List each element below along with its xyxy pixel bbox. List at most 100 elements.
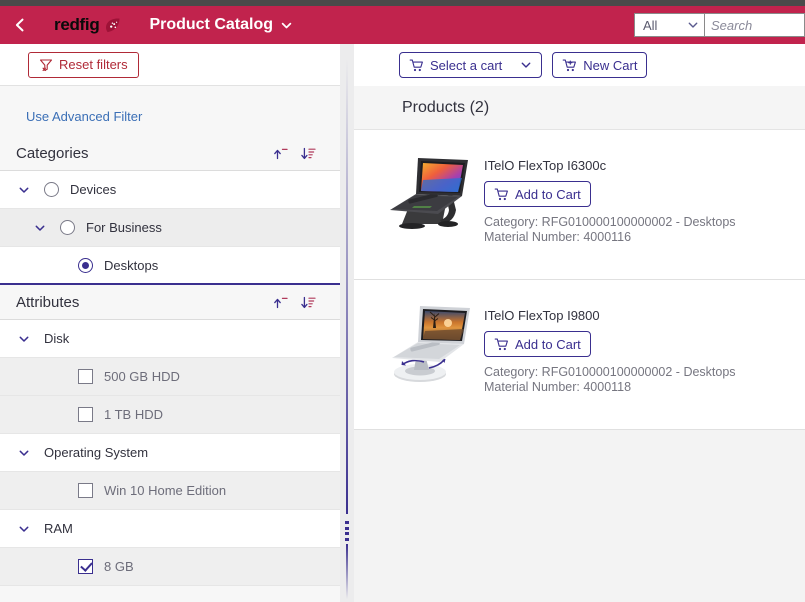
category-label-desktops: Desktops — [104, 257, 159, 273]
product-item[interactable]: ITelO FlexTop I6300c Add to Cart Categor… — [354, 130, 805, 280]
category-row-for-business[interactable]: For Business — [0, 209, 340, 247]
search-input[interactable]: Search — [705, 13, 805, 37]
filter-panel: Reset filters Use Advanced Filter Catego… — [0, 44, 340, 602]
main-body: Reset filters Use Advanced Filter Catego… — [0, 44, 805, 602]
attribute-label-win10home: Win 10 Home Edition — [104, 483, 227, 498]
attribute-value-500gb[interactable]: 500 GB HDD — [0, 358, 340, 396]
attributes-section-header: Attributes — [0, 285, 340, 319]
chevron-down-icon[interactable] — [34, 222, 60, 234]
attribute-group-label-ram: RAM — [44, 521, 73, 536]
app-header: redfig Product Catalog All Search — [0, 6, 805, 44]
attribute-label-8gb: 8 GB — [104, 559, 134, 574]
reset-filters-button[interactable]: Reset filters — [28, 51, 139, 78]
splitter-grip-icon[interactable] — [345, 521, 349, 541]
product-category: Category: RFG010000100000002 - Desktops — [484, 215, 736, 229]
category-row-desktops[interactable]: Desktops — [0, 247, 340, 285]
product-info: ITelO FlexTop I9800 Add to Cart Category… — [484, 294, 736, 395]
product-list-panel: Select a cart New Cart Products (2) ITel… — [354, 44, 805, 602]
add-to-cart-label: Add to Cart — [515, 336, 581, 352]
chevron-down-icon[interactable] — [18, 184, 44, 196]
chevron-down-icon — [520, 59, 532, 71]
chevron-down-icon[interactable] — [18, 447, 44, 459]
category-label-for-business: For Business — [86, 220, 162, 235]
collapse-up-icon[interactable] — [266, 139, 294, 167]
attribute-group-label-disk: Disk — [44, 331, 70, 346]
cart-icon — [494, 187, 509, 202]
add-to-cart-button[interactable]: Add to Cart — [484, 331, 591, 357]
product-name: ITelO FlexTop I6300c — [484, 158, 607, 173]
chevron-down-icon[interactable] — [18, 523, 44, 535]
attributes-tree: Disk 500 GB HDD 1 TB HDD Operating Syste… — [0, 319, 340, 586]
products-heading: Products (2) — [354, 86, 805, 130]
chevron-down-icon[interactable] — [18, 333, 44, 345]
sort-descending-icon[interactable] — [294, 139, 322, 167]
back-button[interactable] — [0, 6, 40, 44]
product-info: ITelO FlexTop I6300c Add to Cart Categor… — [484, 144, 736, 245]
attribute-checkbox-1tb[interactable] — [78, 407, 93, 422]
brand-name: redfig — [54, 15, 100, 34]
filter-panel-filler — [0, 586, 340, 602]
categories-tree: Devices For Business Desktops — [0, 170, 340, 285]
chevron-down-icon — [280, 19, 293, 32]
attribute-label-500gb: 500 GB HDD — [104, 369, 180, 384]
chevron-left-icon — [12, 17, 28, 33]
splitter-line-bottom — [346, 544, 348, 599]
brand-logo[interactable]: redfig — [54, 15, 121, 35]
product-material-number: Material Number: 4000116 — [484, 230, 632, 244]
category-radio-for-business[interactable] — [60, 220, 75, 235]
attribute-checkbox-500gb[interactable] — [78, 369, 93, 384]
attribute-value-1tb[interactable]: 1 TB HDD — [0, 396, 340, 434]
search-placeholder: Search — [711, 17, 753, 33]
attribute-checkbox-win10home[interactable] — [78, 483, 93, 498]
category-label-devices: Devices — [70, 182, 117, 197]
product-material-number: Material Number: 4000118 — [484, 380, 632, 394]
sort-descending-icon[interactable] — [294, 288, 322, 316]
cart-icon — [494, 337, 509, 352]
attribute-checkbox-8gb[interactable] — [78, 559, 93, 574]
select-a-cart-button[interactable]: Select a cart — [399, 52, 543, 78]
panel-splitter[interactable] — [340, 44, 354, 602]
add-to-cart-button[interactable]: Add to Cart — [484, 181, 591, 207]
app-title-dropdown[interactable]: Product Catalog — [149, 16, 293, 34]
attribute-group-disk[interactable]: Disk — [0, 320, 340, 358]
laptop-on-silver-stand-image — [376, 300, 476, 388]
attribute-group-label-operating-system: Operating System — [44, 445, 149, 460]
attribute-value-win10home[interactable]: Win 10 Home Edition — [0, 472, 340, 510]
attribute-group-ram[interactable]: RAM — [0, 510, 340, 548]
product-item[interactable]: ITelO FlexTop I9800 Add to Cart Category… — [354, 280, 805, 430]
new-cart-button[interactable]: New Cart — [552, 52, 648, 78]
advanced-filter-wrap: Use Advanced Filter — [0, 86, 340, 136]
attributes-title: Attributes — [16, 293, 80, 311]
cart-toolbar: Select a cart New Cart — [354, 44, 805, 86]
product-list-empty-area — [354, 430, 805, 602]
cart-icon — [409, 58, 424, 73]
product-catalog-app: redfig Product Catalog All Search Reset … — [0, 0, 805, 602]
search-scope-value: All — [643, 17, 658, 33]
page-title: Product Catalog — [149, 16, 273, 33]
use-advanced-filter-link[interactable]: Use Advanced Filter — [26, 109, 142, 124]
reset-filter-bar: Reset filters — [0, 44, 340, 86]
attribute-group-operating-system[interactable]: Operating System — [0, 434, 340, 472]
new-cart-label: New Cart — [583, 57, 638, 73]
product-list: ITelO FlexTop I6300c Add to Cart Categor… — [354, 130, 805, 430]
category-radio-desktops[interactable] — [78, 257, 93, 273]
collapse-up-icon[interactable] — [266, 288, 294, 316]
product-category: Category: RFG010000100000002 - Desktops — [484, 365, 736, 379]
cart-plus-icon — [562, 58, 577, 73]
search-scope-select[interactable]: All — [634, 13, 705, 37]
laptop-on-black-stand-image — [376, 150, 476, 238]
attribute-value-8gb[interactable]: 8 GB — [0, 548, 340, 586]
reset-filters-label: Reset filters — [59, 57, 128, 72]
select-a-cart-label: Select a cart — [430, 57, 503, 73]
product-name: ITelO FlexTop I9800 — [484, 308, 600, 323]
attribute-label-1tb: 1 TB HDD — [104, 407, 163, 422]
categories-title: Categories — [16, 144, 89, 162]
filter-clear-icon — [39, 58, 53, 72]
category-radio-devices[interactable] — [44, 182, 59, 197]
search-area: All Search — [634, 13, 805, 37]
redfig-leaf-logo — [104, 17, 121, 34]
categories-section-header: Categories — [0, 136, 340, 170]
splitter-line-top — [346, 59, 348, 514]
chevron-down-icon — [687, 19, 699, 31]
category-row-devices[interactable]: Devices — [0, 171, 340, 209]
